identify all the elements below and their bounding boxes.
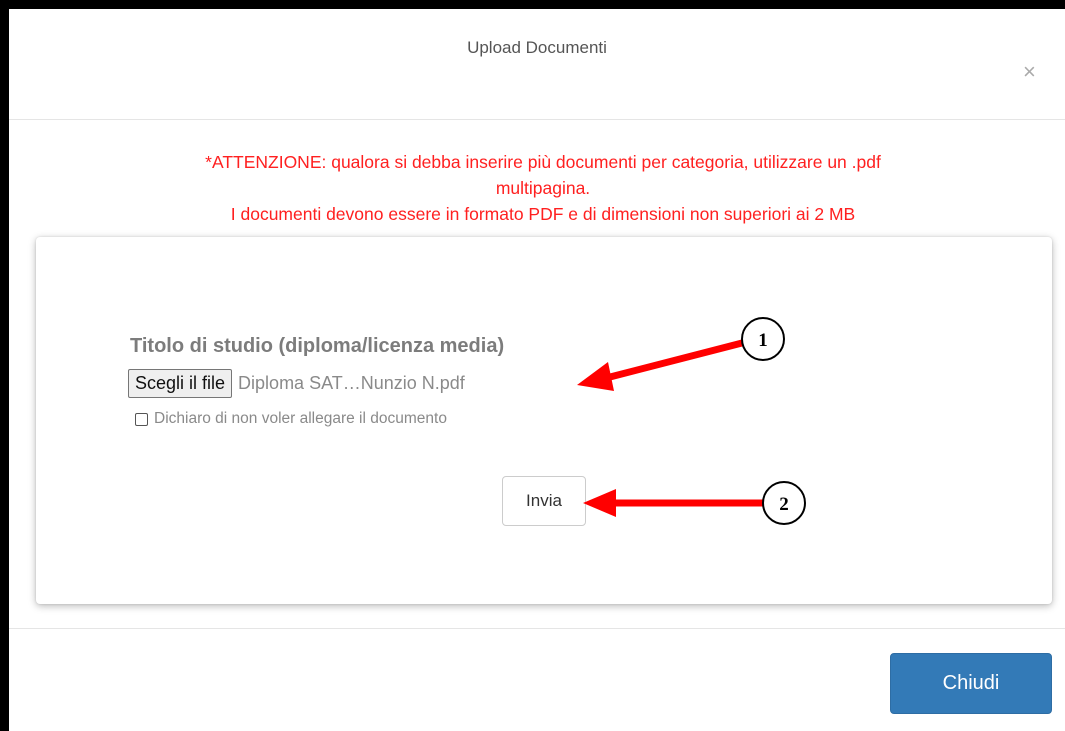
declaration-label: Dichiaro di non voler allegare il docume… bbox=[154, 410, 447, 427]
warning-line-1: *ATTENZIONE: qualora si debba inserire p… bbox=[205, 152, 881, 172]
selected-file-name: Diploma SAT…Nunzio N.pdf bbox=[238, 372, 465, 393]
modal-title: Upload Documenti bbox=[467, 38, 607, 57]
warning-line-3: I documenti devono essere in formato PDF… bbox=[230, 204, 856, 224]
field-label: Titolo di studio (diploma/licenza media) bbox=[130, 335, 505, 357]
close-icon[interactable]: × bbox=[1023, 61, 1036, 83]
file-input[interactable]: Scegli il file Diploma SAT…Nunzio N.pdf bbox=[128, 368, 465, 398]
declaration-checkbox[interactable] bbox=[135, 412, 148, 426]
choose-file-button[interactable]: Scegli il file bbox=[128, 368, 233, 398]
close-button[interactable]: Chiudi bbox=[890, 653, 1052, 714]
frame-border-top bbox=[0, 0, 1065, 9]
declaration-option[interactable]: Dichiaro di non voler allegare il docume… bbox=[135, 410, 447, 428]
submit-button[interactable]: Invia bbox=[502, 476, 586, 526]
frame-border-left bbox=[0, 0, 9, 731]
upload-card: Titolo di studio (diploma/licenza media)… bbox=[36, 237, 1052, 604]
warning-message: *ATTENZIONE: qualora si debba inserire p… bbox=[90, 149, 996, 227]
modal-header: Upload Documenti bbox=[9, 9, 1065, 120]
footer-divider bbox=[9, 628, 1065, 629]
warning-line-2: multipagina. bbox=[495, 178, 591, 198]
